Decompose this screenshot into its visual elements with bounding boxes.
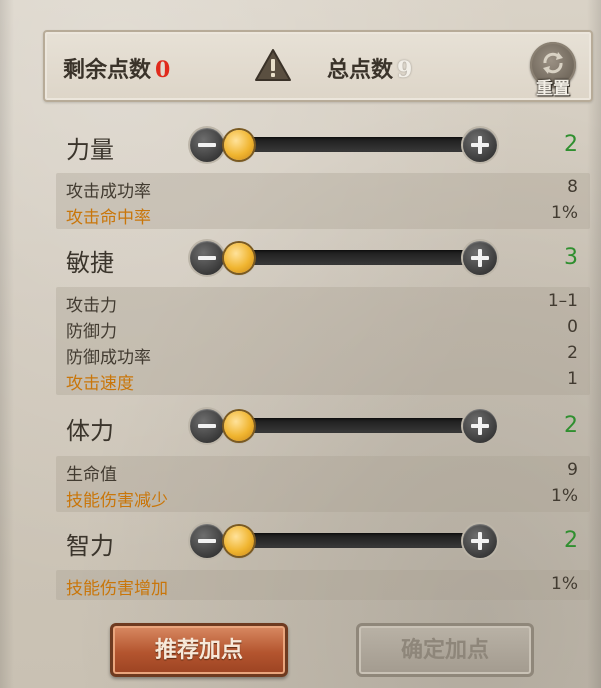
detail-key: 技能伤害减少 [66, 491, 168, 511]
reset-label: 重置 [536, 79, 570, 99]
detail-value: 9 [567, 460, 578, 480]
increase-button[interactable] [463, 524, 497, 558]
decrease-button[interactable] [190, 524, 224, 558]
total-points-label: 总点数 [327, 57, 394, 83]
warning-triangle-icon [254, 48, 292, 82]
decrease-button[interactable] [190, 409, 224, 443]
detail-line: 防御力 0 [66, 315, 578, 342]
remaining-points: 剩余点数 0 [63, 52, 170, 84]
total-points: 总点数 9 [327, 52, 412, 84]
increase-button[interactable] [463, 409, 497, 443]
attribute-value: 2 [564, 132, 578, 157]
reset-button[interactable]: 重置 [530, 42, 576, 99]
detail-key: 防御力 [66, 322, 117, 342]
plus-icon [471, 136, 489, 154]
detail-line: 防御成功率 2 [66, 341, 578, 368]
total-points-value: 9 [397, 57, 413, 83]
attribute-row-intelligence: 智力 2 [0, 520, 601, 564]
attribute-value: 2 [564, 528, 578, 553]
decrease-button[interactable] [190, 241, 224, 275]
detail-key: 攻击成功率 [66, 182, 151, 202]
detail-key: 攻击命中率 [66, 208, 151, 228]
minus-icon [198, 424, 216, 428]
attribute-value: 3 [564, 245, 578, 270]
plus-icon [471, 417, 489, 435]
slider-knob[interactable] [224, 526, 254, 556]
attribute-details-stamina: 生命值 9 技能伤害减少 1% [56, 456, 590, 512]
detail-value: 1% [551, 203, 578, 223]
attribute-row-agility: 敏捷 3 [0, 237, 601, 281]
attribute-row-stamina: 体力 2 [0, 405, 601, 449]
detail-key: 生命值 [66, 465, 117, 485]
increase-button[interactable] [463, 128, 497, 162]
attribute-value: 2 [564, 413, 578, 438]
attribute-details-strength: 攻击成功率 8 攻击命中率 1% [56, 173, 590, 229]
refresh-icon [543, 52, 563, 74]
detail-line: 攻击成功率 8 [66, 175, 578, 202]
attribute-label: 力量 [66, 136, 114, 164]
detail-line: 攻击力 1–1 [66, 289, 578, 316]
detail-key: 攻击力 [66, 296, 117, 316]
slider-knob[interactable] [224, 130, 254, 160]
detail-value: 8 [567, 177, 578, 197]
remaining-points-value: 0 [155, 57, 171, 83]
attribute-label: 敏捷 [66, 249, 114, 277]
plus-icon [471, 532, 489, 550]
detail-value: 1% [551, 574, 578, 594]
detail-value: 0 [567, 317, 578, 337]
attribute-label: 智力 [66, 532, 114, 560]
decrease-button[interactable] [190, 128, 224, 162]
detail-line: 攻击速度 1 [66, 367, 578, 394]
minus-icon [198, 143, 216, 147]
detail-key: 技能伤害增加 [66, 579, 168, 599]
recommend-points-button[interactable]: 推荐加点 [110, 623, 288, 677]
remaining-points-label: 剩余点数 [63, 57, 152, 83]
slider-knob[interactable] [224, 411, 254, 441]
attribute-slider-track[interactable] [222, 418, 467, 433]
detail-value: 1–1 [547, 291, 578, 311]
minus-icon [198, 539, 216, 543]
panel-edge-left [0, 0, 14, 688]
detail-value: 1 [567, 369, 578, 389]
detail-line: 技能伤害减少 1% [66, 484, 578, 511]
increase-button[interactable] [463, 241, 497, 275]
detail-key: 攻击速度 [66, 374, 134, 394]
detail-value: 2 [567, 343, 578, 363]
attribute-details-intelligence: 技能伤害增加 1% [56, 570, 590, 600]
detail-line: 技能伤害增加 1% [66, 572, 578, 599]
attribute-details-agility: 攻击力 1–1 防御力 0 防御成功率 2 攻击速度 1 [56, 287, 590, 395]
attribute-label: 体力 [66, 417, 114, 445]
attribute-slider-track[interactable] [222, 250, 467, 265]
attribute-slider-track[interactable] [222, 533, 467, 548]
detail-line: 攻击命中率 1% [66, 201, 578, 228]
minus-icon [198, 256, 216, 260]
slider-knob[interactable] [224, 243, 254, 273]
points-summary-bar: 剩余点数 0 总点数 9 重置 [43, 30, 593, 102]
attribute-slider-track[interactable] [222, 137, 467, 152]
detail-line: 生命值 9 [66, 458, 578, 485]
detail-key: 防御成功率 [66, 348, 151, 368]
confirm-points-button[interactable]: 确定加点 [356, 623, 534, 677]
detail-value: 1% [551, 486, 578, 506]
plus-icon [471, 249, 489, 267]
attribute-row-strength: 力量 2 [0, 124, 601, 168]
